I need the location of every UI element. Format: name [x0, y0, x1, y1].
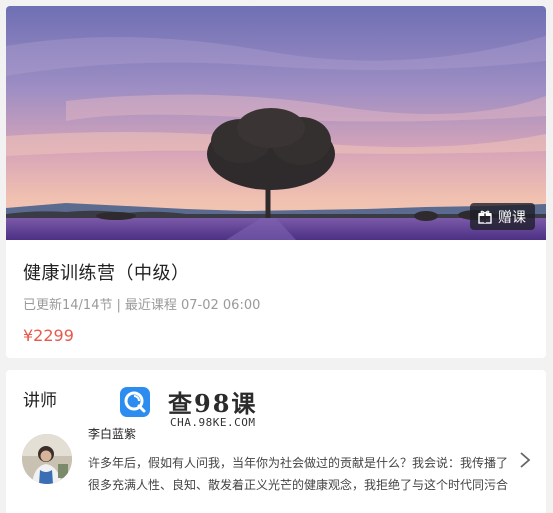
teacher-section-title: 讲师: [23, 391, 57, 411]
course-price: ¥2299: [23, 326, 74, 345]
gift-course-label: 赠课: [498, 209, 526, 226]
update-progress: 已更新14/14节: [23, 298, 113, 313]
course-card: 赠课 健康训练营（中级） 已更新14/14节 | 最近课程 07-02 06:00 …: [6, 6, 546, 358]
teacher-bio[interactable]: 许多年后，假如有人问我，当年你为社会做过的贡献是什么？我会说：我传播了 很多充满…: [88, 452, 516, 496]
course-meta: 已更新14/14节 | 最近课程 07-02 06:00: [23, 294, 260, 313]
gift-course-button[interactable]: 赠课: [470, 203, 535, 230]
search-logo-icon: [120, 387, 150, 417]
meta-separator: |: [116, 298, 121, 313]
teacher-avatar[interactable]: [22, 434, 72, 484]
course-cover-image[interactable]: 赠课: [6, 6, 546, 240]
watermark-url: CHA.98KE.COM: [170, 416, 256, 429]
avatar-photo: [22, 434, 72, 484]
chevron-right-icon[interactable]: [518, 450, 532, 470]
teacher-name[interactable]: 李白蓝紫: [88, 425, 136, 442]
course-title: 健康训练营（中级）: [23, 263, 190, 284]
teacher-bio-line: 很多充满人性、良知、散发着正义光芒的健康观念，我拒绝了与这个时代同污合: [88, 478, 509, 492]
gift-icon: [478, 210, 492, 224]
latest-lesson-time: 最近课程 07-02 06:00: [124, 298, 261, 313]
watermark-brand: 查98课: [168, 389, 258, 418]
teacher-bio-line: 许多年后，假如有人问我，当年你为社会做过的贡献是什么？我会说：我传播了: [88, 456, 509, 470]
teacher-section: 讲师 查98课 CHA.98KE.COM 李白蓝紫 许多年后，假如有人问我，当年…: [6, 370, 546, 513]
lavender-field-illustration: [6, 6, 546, 240]
watermark: 查98课 CHA.98KE.COM: [120, 384, 280, 434]
